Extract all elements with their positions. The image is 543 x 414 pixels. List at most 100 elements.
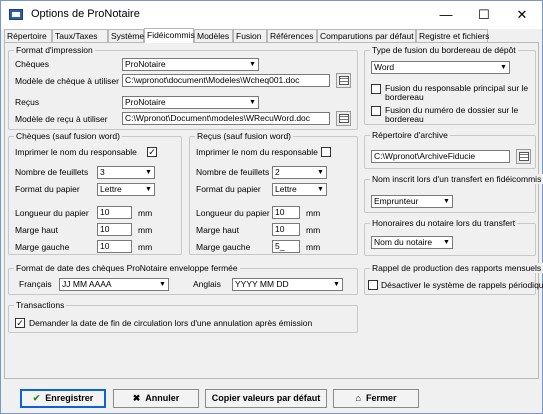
disable-reminders-checkbox[interactable] xyxy=(368,280,378,290)
save-button[interactable]: ✔ Enregistrer xyxy=(20,389,106,408)
x-icon: ✖ xyxy=(132,393,141,403)
tab-content: Format d'impression Chèques ProNotaire ▼… xyxy=(4,42,543,379)
reminders-title: Rappel de production des rapports mensue… xyxy=(370,263,543,273)
disable-reminders-label: Désactiver le système de rappels périodi… xyxy=(381,280,543,290)
cheques-top-margin-field[interactable]: 10 xyxy=(97,223,132,236)
recus-print-name-checkbox[interactable] xyxy=(321,147,331,157)
date-format-title: Format de date des chèques ProNotaire en… xyxy=(14,263,240,273)
tab-registre[interactable]: Registre et fichiers xyxy=(416,29,489,42)
cheques-length-label: Longueur du papier xyxy=(15,208,89,218)
cheques-top-margin-unit: mm xyxy=(138,225,153,235)
cheques-paper-select[interactable]: Lettre ▼ xyxy=(97,183,155,196)
options-window: Options de ProNotaire — ☐ ✕ Répertoire T… xyxy=(0,0,543,414)
copy-defaults-button[interactable]: Copier valeurs par défaut xyxy=(205,389,327,408)
merge-responsible-label-line2: bordereau xyxy=(385,92,424,102)
fees-title: Honoraires du notaire lors du transfert xyxy=(370,218,518,228)
chevron-down-icon: ▼ xyxy=(157,279,168,290)
tab-comparutions[interactable]: Comparutions par défaut xyxy=(317,29,416,42)
archive-browse-button[interactable] xyxy=(516,149,531,164)
folder-browse-icon xyxy=(339,76,349,85)
reminders-group: Rappel de production des rapports mensue… xyxy=(364,263,543,295)
transfer-name-select[interactable]: Emprunteur ▼ xyxy=(371,195,453,208)
merge-responsible-checkbox[interactable] xyxy=(371,84,381,94)
cheques-print-name-label: Imprimer le nom du responsable xyxy=(15,147,137,157)
archive-title: Répertoire d'archive xyxy=(370,130,450,140)
chevron-down-icon: ▼ xyxy=(441,237,452,248)
tab-taux-taxes[interactable]: Taux/Taxes xyxy=(52,29,108,42)
recus-group-title: Reçus (sauf fusion word) xyxy=(195,131,294,141)
recus-top-margin-label: Marge haut xyxy=(196,225,239,235)
cheques-top-margin-label: Marge haut xyxy=(15,225,58,235)
date-en-select[interactable]: YYYY MM DD ▼ xyxy=(232,278,343,291)
close-button[interactable]: ⌂ Fermer xyxy=(333,389,419,408)
cheques-left-margin-unit: mm xyxy=(138,242,153,252)
merge-type-select[interactable]: Word ▼ xyxy=(371,61,510,74)
recus-paper-select[interactable]: Lettre ▼ xyxy=(272,183,327,196)
date-fr-select[interactable]: JJ MM AAAA ▼ xyxy=(59,278,169,291)
recus-print-name-label: Imprimer le nom du responsable xyxy=(196,147,318,157)
tab-systeme[interactable]: Système xyxy=(108,29,144,42)
cheques-sheets-label: Nombre de feuillets xyxy=(15,167,89,177)
recu-model-browse-button[interactable] xyxy=(336,111,351,126)
tab-fideicommis[interactable]: Fidéicommis xyxy=(144,28,195,43)
chevron-down-icon: ▼ xyxy=(143,167,154,178)
recus-left-margin-field[interactable]: 5_ xyxy=(272,240,300,253)
maximize-button[interactable]: ☐ xyxy=(465,1,503,29)
cheques-left-margin-label: Marge gauche xyxy=(15,242,70,252)
chevron-down-icon: ▼ xyxy=(441,196,452,207)
tab-repertoire[interactable]: Répertoire xyxy=(4,29,52,42)
cheque-model-field[interactable]: C:\wpronot\document\Modeles\Wcheq001.doc xyxy=(122,74,330,87)
cheques-print-name-checkbox[interactable]: ✓ xyxy=(147,147,157,157)
tab-references[interactable]: Références xyxy=(267,29,317,42)
tab-modeles[interactable]: Modèles xyxy=(194,29,233,42)
cancel-button[interactable]: ✖ Annuler xyxy=(113,389,199,408)
recu-model-label: Modèle de reçu à utiliser xyxy=(15,114,108,124)
chevron-down-icon: ▼ xyxy=(143,184,154,195)
chevron-down-icon: ▼ xyxy=(315,184,326,195)
door-icon: ⌂ xyxy=(355,393,361,403)
cheque-model-browse-button[interactable] xyxy=(336,73,351,88)
archive-path-field[interactable]: C:\Wpronot\ArchiveFiducie xyxy=(371,150,510,163)
recus-top-margin-field[interactable]: 10 xyxy=(272,223,300,236)
merge-file-number-checkbox[interactable] xyxy=(371,106,381,116)
minimize-button[interactable]: — xyxy=(427,1,465,29)
recus-length-field[interactable]: 10 xyxy=(272,206,300,219)
ask-date-checkbox[interactable]: ✓ xyxy=(15,318,25,328)
window-title: Options de ProNotaire xyxy=(31,8,140,20)
cheques-group-title: Chèques (sauf fusion word) xyxy=(14,131,122,141)
merge-file-number-label-line2: bordereau xyxy=(385,114,424,124)
archive-group: Répertoire d'archive C:\Wpronot\ArchiveF… xyxy=(364,130,536,169)
print-format-group: Format d'impression Chèques ProNotaire ▼… xyxy=(8,45,358,130)
cheques-paper-label: Format du papier xyxy=(15,184,80,194)
recu-model-field[interactable]: C:\Wpronot\Document\modeles\WRecuWord.do… xyxy=(122,112,330,125)
ask-date-label: Demander la date de fin de circulation l… xyxy=(29,318,313,328)
transactions-title: Transactions xyxy=(14,300,67,310)
cheques-group: Chèques (sauf fusion word) Imprimer le n… xyxy=(8,131,182,255)
recus-length-label: Longueur du papier xyxy=(196,208,270,218)
cheques-sheets-select[interactable]: 3 ▼ xyxy=(97,166,155,179)
date-format-group: Format de date des chèques ProNotaire en… xyxy=(8,263,358,295)
recus-sheets-label: Nombre de feuillets xyxy=(196,167,270,177)
checkmark-icon: ✔ xyxy=(32,393,41,403)
chevron-down-icon: ▼ xyxy=(247,59,258,70)
recus-select[interactable]: ProNotaire ▼ xyxy=(122,96,259,109)
cheques-length-field[interactable]: 10 xyxy=(97,206,132,219)
recus-sheets-select[interactable]: 2 ▼ xyxy=(272,166,327,179)
cheques-length-unit: mm xyxy=(138,208,153,218)
fees-select[interactable]: Nom du notaire ▼ xyxy=(371,236,453,249)
print-format-title: Format d'impression xyxy=(14,45,95,55)
recus-top-margin-unit: mm xyxy=(306,225,321,235)
fees-group: Honoraires du notaire lors du transfert … xyxy=(364,218,536,256)
recus-left-margin-label: Marge gauche xyxy=(196,242,251,252)
recus-label: Reçus xyxy=(15,97,40,107)
recus-left-margin-unit: mm xyxy=(306,242,321,252)
chevron-down-icon: ▼ xyxy=(247,97,258,108)
transactions-group: Transactions ✓ Demander la date de fin d… xyxy=(8,300,358,333)
close-window-button[interactable]: ✕ xyxy=(503,1,541,29)
cheques-left-margin-field[interactable]: 10 xyxy=(97,240,132,253)
cheques-select[interactable]: ProNotaire ▼ xyxy=(122,58,259,71)
cheques-label: Chèques xyxy=(15,59,50,69)
merge-type-group: Type de fusion du bordereau de dépôt Wor… xyxy=(364,45,536,125)
tab-fusion[interactable]: Fusion xyxy=(233,29,267,42)
cheque-model-label: Modèle de chèque à utiliser xyxy=(15,76,119,86)
